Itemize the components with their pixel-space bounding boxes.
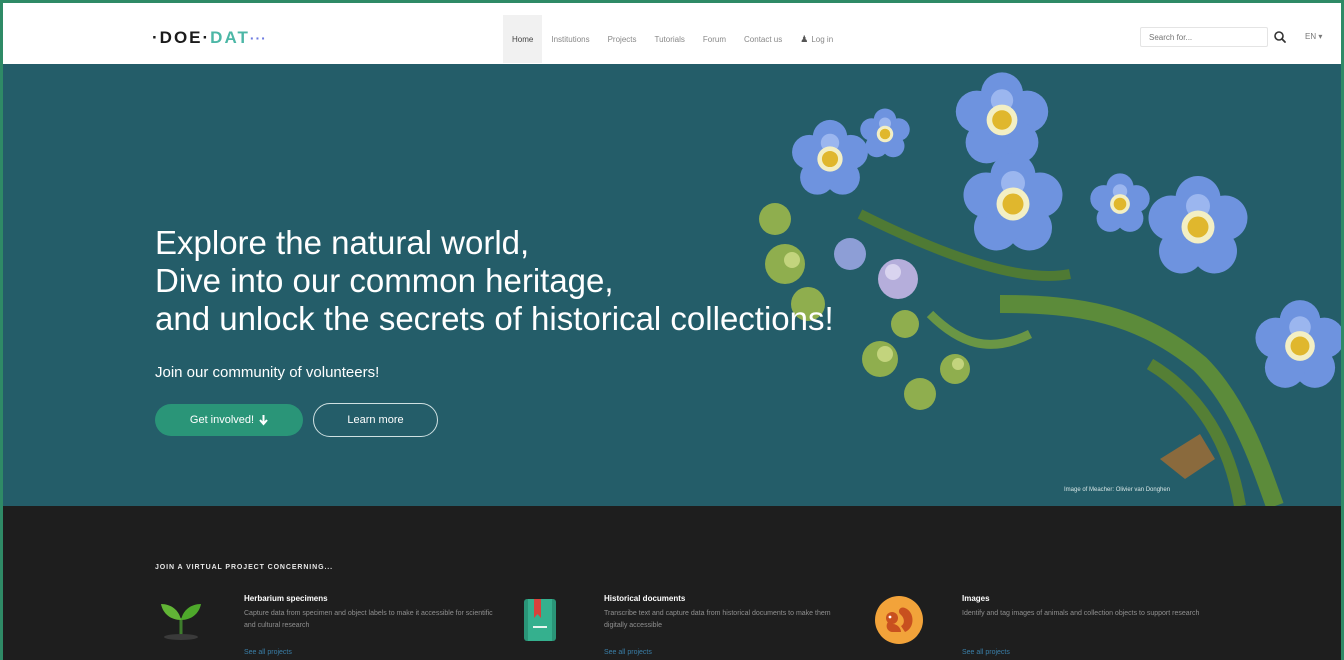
get-involved-button[interactable]: Get involved! bbox=[155, 404, 303, 436]
nav-link-projects[interactable]: Projects bbox=[599, 15, 646, 63]
doedat-logo[interactable]: ·DOE·DAT··· bbox=[152, 28, 267, 48]
login-label: Log in bbox=[811, 34, 834, 44]
user-icon: ♟ bbox=[800, 33, 809, 44]
hero-subheading: Join our community of volunteers! bbox=[155, 364, 380, 381]
hero-banner: Explore the natural world, Dive into our… bbox=[0, 64, 1344, 506]
project-title: Historical documents bbox=[604, 594, 686, 603]
get-involved-label: Get involved! bbox=[189, 414, 255, 426]
headline-line-2: Dive into our common heritage, bbox=[155, 262, 614, 299]
see-all-projects-link[interactable]: See all projects bbox=[604, 649, 652, 656]
project-categories: JOIN A VIRTUAL PROJECT CONCERNING... Her… bbox=[0, 506, 1344, 660]
project-description: Capture data from specimen and object la… bbox=[244, 610, 493, 629]
search-input[interactable] bbox=[1140, 27, 1268, 47]
seedling-icon bbox=[161, 604, 201, 640]
search-icon bbox=[1274, 31, 1286, 43]
see-all-projects-link[interactable]: See all projects bbox=[962, 649, 1010, 656]
language-label: EN bbox=[1305, 32, 1317, 41]
language-selector[interactable]: EN ▾ bbox=[1305, 32, 1322, 41]
squirrel-icon bbox=[875, 596, 923, 644]
headline-line-1: Explore the natural world, bbox=[155, 224, 530, 261]
caret-down-icon: ▾ bbox=[1316, 32, 1323, 41]
arrow-down-icon bbox=[259, 414, 268, 426]
nav-link-forum[interactable]: Forum bbox=[694, 15, 735, 63]
main-nav: Home Institutions Projects Tutorials For… bbox=[503, 15, 842, 63]
top-navbar: ·DOE·DAT··· Home Institutions Projects T… bbox=[0, 0, 1344, 65]
project-description: Transcribe text and capture data from hi… bbox=[604, 610, 831, 629]
projects-heading: JOIN A VIRTUAL PROJECT CONCERNING... bbox=[155, 564, 333, 571]
headline-line-3: and unlock the secrets of historical col… bbox=[155, 300, 834, 337]
nav-link-institutions[interactable]: Institutions bbox=[542, 15, 598, 63]
project-description: Identify and tag images of animals and c… bbox=[962, 610, 1200, 617]
nav-link-contact[interactable]: Contact us bbox=[735, 15, 791, 63]
book-icon bbox=[524, 599, 556, 641]
hero-headline: Explore the natural world, Dive into our… bbox=[155, 224, 834, 338]
project-title: Images bbox=[962, 594, 990, 603]
nav-link-login[interactable]: ♟ Log in bbox=[791, 15, 842, 63]
nav-link-home[interactable]: Home bbox=[503, 15, 543, 63]
see-all-projects-link[interactable]: See all projects bbox=[244, 649, 292, 656]
learn-more-button[interactable]: Learn more bbox=[313, 403, 438, 437]
image-credit: Image of Meacher: Olivier van Donghen bbox=[1064, 487, 1171, 493]
nav-link-tutorials[interactable]: Tutorials bbox=[646, 15, 694, 63]
project-title: Herbarium specimens bbox=[244, 594, 328, 603]
search-button[interactable] bbox=[1270, 27, 1290, 47]
